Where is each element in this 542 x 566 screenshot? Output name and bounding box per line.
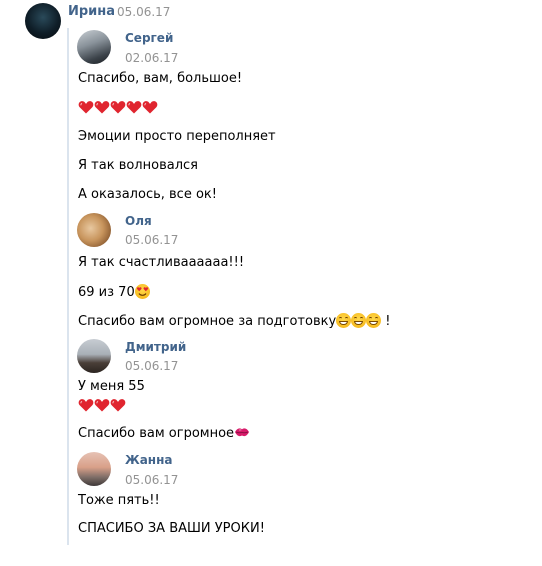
message-text: Спасибо, вам, большое!	[78, 71, 243, 86]
message-text: Тоже пять!!	[78, 493, 160, 508]
message-date: 05.06.17	[125, 473, 179, 487]
sender-name-sergey[interactable]: Сергей	[125, 31, 173, 45]
sender-name-zhanna[interactable]: Жанна	[125, 453, 172, 467]
message-suffix: !	[381, 314, 391, 329]
message-date: 05.06.17	[125, 359, 179, 373]
heart-icon	[94, 399, 110, 412]
message-text: Я так волновался	[78, 158, 198, 173]
heart-eyes-icon	[134, 284, 150, 299]
grin-icon	[366, 313, 382, 328]
thread-quote-bar	[67, 28, 69, 545]
heart-icon	[94, 101, 110, 114]
heart-icon	[78, 399, 94, 412]
avatar-sergey[interactable]	[77, 30, 111, 64]
message-text: Эмоции просто переполняет	[78, 129, 276, 144]
heart-icon	[126, 101, 142, 114]
avatar-irina[interactable]	[25, 3, 61, 39]
message-text: Спасибо вам огромное	[78, 426, 235, 441]
avatar-dmitry[interactable]	[77, 339, 111, 373]
grin-icon	[351, 313, 367, 328]
message-line: 69 из 70	[78, 284, 150, 301]
avatar-olya[interactable]	[77, 213, 111, 247]
message-text: СПАСИБО ЗА ВАШИ УРОКИ!	[78, 521, 265, 536]
heart-icon	[110, 399, 126, 412]
hearts-row	[78, 99, 158, 117]
message-text: Я так счастливаааааа!!!	[78, 255, 245, 270]
sender-name-olya[interactable]: Оля	[125, 214, 152, 228]
heart-icon	[110, 101, 126, 114]
message-text: У меня 55	[78, 379, 145, 394]
message-date: 05.06.17	[125, 233, 179, 247]
message-line: Спасибо вам огромное за подготовку !	[78, 313, 391, 330]
sender-name-dmitry[interactable]: Дмитрий	[125, 340, 186, 354]
avatar-zhanna[interactable]	[77, 452, 111, 486]
kiss-lips-icon	[235, 428, 250, 437]
message-text: А оказалось, все ок!	[78, 187, 217, 202]
hearts-row	[78, 397, 126, 415]
post-author-name[interactable]: Ирина	[68, 4, 115, 19]
message-text: 69 из 70	[78, 285, 135, 300]
grin-icon	[336, 313, 352, 328]
message-date: 02.06.17	[125, 51, 179, 65]
heart-icon	[142, 101, 158, 114]
heart-icon	[78, 101, 94, 114]
message-line: Спасибо вам огромное	[78, 426, 250, 442]
post-date[interactable]: 05.06.17	[117, 5, 170, 19]
message-text: Спасибо вам огромное за подготовку	[78, 314, 337, 329]
